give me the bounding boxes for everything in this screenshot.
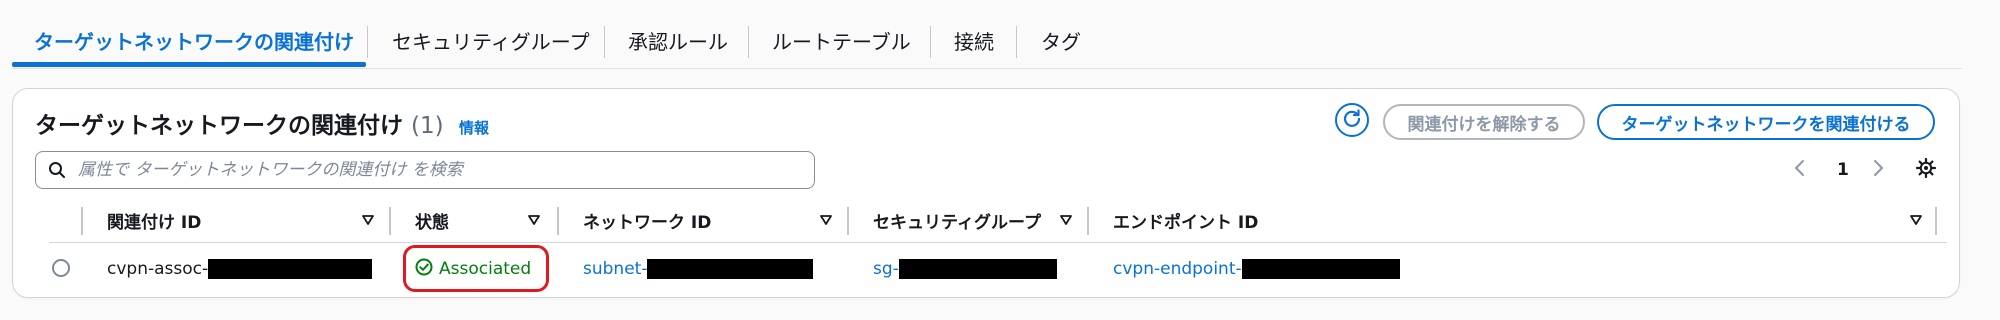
table-settings-button[interactable] bbox=[1915, 153, 1937, 187]
column-divider bbox=[557, 207, 559, 235]
endpoint-id-link[interactable]: cvpn-endpoint- bbox=[1113, 259, 1242, 279]
refresh-icon bbox=[1342, 108, 1362, 132]
column-header-status[interactable]: 状態 bbox=[415, 207, 449, 233]
network-id-cell[interactable]: subnet- bbox=[583, 257, 814, 281]
info-link[interactable]: 情報 bbox=[459, 117, 489, 138]
panel-title: ターゲットネットワークの関連付け (1) bbox=[35, 106, 444, 140]
network-id-link[interactable]: subnet- bbox=[583, 259, 647, 279]
refresh-button[interactable] bbox=[1335, 103, 1369, 137]
column-divider bbox=[81, 207, 83, 235]
associate-target-network-button[interactable]: ターゲットネットワークを関連付ける bbox=[1597, 104, 1935, 140]
gear-icon bbox=[1915, 157, 1937, 183]
next-page-button[interactable] bbox=[1871, 153, 1885, 187]
redacted-block bbox=[647, 259, 814, 279]
column-header-endpoint-id[interactable]: エンドポイント ID bbox=[1113, 207, 1258, 233]
tab-security-groups[interactable]: セキュリティグループ bbox=[392, 22, 590, 58]
item-count: (1) bbox=[411, 113, 444, 139]
tab-divider bbox=[604, 26, 605, 58]
associations-panel: ターゲットネットワークの関連付け (1) 情報 関連付けを解除する ターゲットネ… bbox=[12, 88, 1960, 298]
active-tab-indicator bbox=[12, 62, 366, 67]
association-id-prefix: cvpn-assoc- bbox=[107, 259, 209, 279]
column-divider bbox=[389, 207, 391, 235]
row-select-radio[interactable] bbox=[52, 259, 70, 277]
search-input[interactable] bbox=[76, 159, 780, 181]
table-header-divider bbox=[49, 242, 1947, 243]
tab-divider bbox=[930, 26, 931, 58]
sort-icon[interactable] bbox=[819, 212, 833, 231]
previous-page-button[interactable] bbox=[1793, 153, 1807, 187]
column-header-network-id[interactable]: ネットワーク ID bbox=[583, 207, 711, 233]
tab-bar: ターゲットネットワークの関連付け セキュリティグループ 承認ルール ルートテーブ… bbox=[12, 0, 1962, 69]
column-divider bbox=[1087, 207, 1089, 235]
current-page-number[interactable]: 1 bbox=[1837, 153, 1849, 187]
search-icon bbox=[48, 161, 66, 179]
sort-icon[interactable] bbox=[1909, 212, 1923, 231]
tab-divider bbox=[367, 26, 368, 58]
column-header-association-id[interactable]: 関連付け ID bbox=[107, 207, 201, 233]
redacted-block bbox=[898, 259, 1057, 279]
redacted-block bbox=[1241, 259, 1400, 279]
tab-divider bbox=[748, 26, 749, 58]
endpoint-id-cell[interactable]: cvpn-endpoint- bbox=[1113, 257, 1400, 281]
disassociate-button[interactable]: 関連付けを解除する bbox=[1383, 104, 1585, 140]
tab-tags[interactable]: タグ bbox=[1041, 22, 1081, 58]
tab-connections[interactable]: 接続 bbox=[954, 22, 994, 58]
tab-target-network-associations[interactable]: ターゲットネットワークの関連付け bbox=[34, 22, 354, 58]
tab-divider bbox=[1016, 26, 1017, 58]
sort-icon[interactable] bbox=[361, 212, 375, 231]
column-divider bbox=[1935, 207, 1937, 235]
status-text: Associated bbox=[439, 259, 532, 279]
status-indicator: Associated bbox=[415, 257, 531, 281]
sort-icon[interactable] bbox=[527, 212, 541, 231]
association-id-cell: cvpn-assoc- bbox=[107, 257, 373, 281]
tab-authorization-rules[interactable]: 承認ルール bbox=[628, 22, 728, 58]
sort-icon[interactable] bbox=[1059, 212, 1073, 231]
security-group-cell[interactable]: sg- bbox=[873, 257, 1057, 281]
redacted-block bbox=[208, 259, 373, 279]
chevron-right-icon bbox=[1871, 159, 1885, 181]
chevron-left-icon bbox=[1793, 159, 1807, 181]
panel-title-text: ターゲットネットワークの関連付け bbox=[35, 113, 403, 139]
tab-route-table[interactable]: ルートテーブル bbox=[772, 22, 911, 58]
search-box bbox=[35, 151, 815, 189]
security-group-link[interactable]: sg- bbox=[873, 259, 899, 279]
check-circle-icon bbox=[415, 258, 433, 281]
column-header-security-group[interactable]: セキュリティグループ bbox=[873, 207, 1041, 233]
column-divider bbox=[847, 207, 849, 235]
